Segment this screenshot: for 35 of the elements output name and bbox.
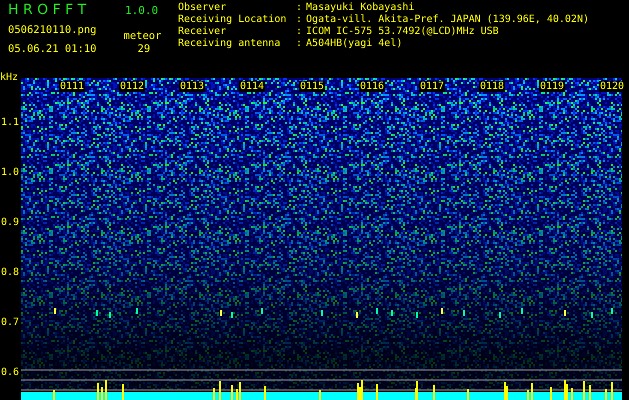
frequency-label: 0.8	[0, 267, 19, 278]
time-label: 0118	[479, 81, 506, 92]
separator: :	[296, 38, 302, 50]
time-label: 0116	[359, 81, 386, 92]
separator: :	[296, 14, 302, 26]
time-label: 0111	[59, 81, 86, 92]
time-label: 0113	[179, 81, 206, 92]
frequency-label: 1.0	[0, 167, 19, 178]
time-label: 0115	[299, 81, 326, 92]
time-label: 0120	[599, 81, 626, 92]
info-value: A504HB(yagi 4el)	[306, 38, 404, 50]
version-label: 1.0.0	[125, 4, 158, 17]
separator: :	[296, 2, 302, 14]
info-label: Receiver	[178, 26, 228, 38]
meteor-label: meteor	[124, 30, 162, 42]
info-value: Ogata-vill. Akita-Pref. JAPAN (139.96E, 40.02N)	[306, 14, 589, 26]
info-label: Receiving antenna	[178, 38, 282, 50]
frequency-label: 0.7	[0, 317, 19, 328]
frequency-label: 0.9	[0, 217, 19, 228]
info-value: Masayuki Kobayashi	[306, 2, 416, 14]
meteor-count: 29	[138, 43, 150, 55]
separator: :	[296, 26, 302, 38]
time-label: 0117	[419, 81, 446, 92]
frequency-label: 1.1	[0, 117, 19, 128]
date-time: 05.06.21 01:10	[8, 43, 97, 55]
axis-unit: kHz	[0, 72, 18, 83]
info-label: Observer	[178, 2, 228, 14]
info-value: ICOM IC-575 53.7492(@LCD)MHz USB	[306, 26, 500, 38]
file-name: 0506210110.png	[8, 24, 97, 36]
app-title: H R O F F T	[8, 2, 88, 18]
time-label: 0112	[119, 81, 146, 92]
time-label: 0114	[239, 81, 266, 92]
info-label: Receiving Location	[178, 14, 288, 26]
frequency-label: 0.6	[0, 367, 19, 378]
time-label: 0119	[539, 81, 566, 92]
